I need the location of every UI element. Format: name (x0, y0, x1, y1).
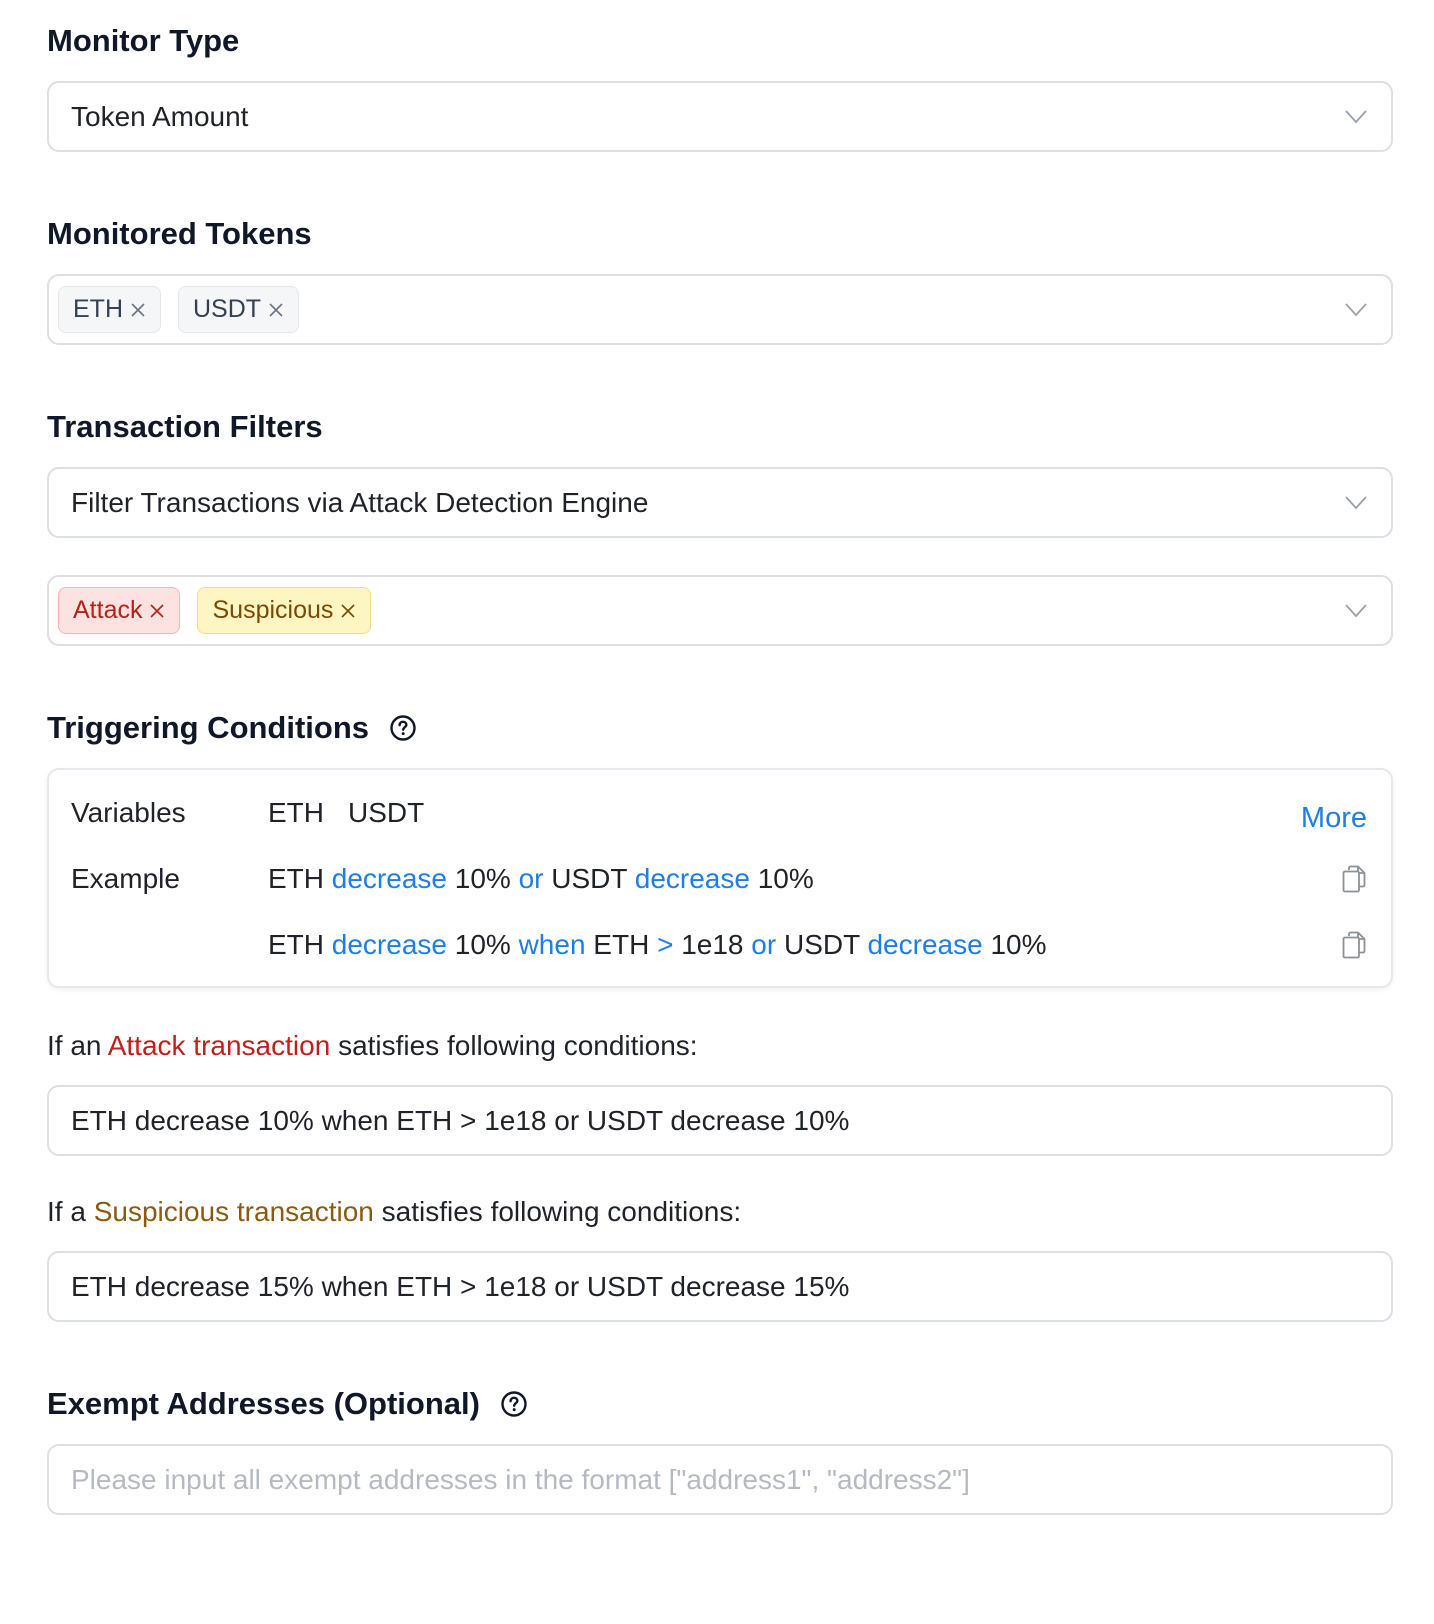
monitor-type-title: Monitor Type (47, 21, 239, 61)
keyword: > (657, 929, 674, 960)
exempt-addresses-label: Exempt Addresses (Optional) (47, 1386, 480, 1421)
attack-tag: Attack (58, 587, 181, 634)
copy-icon[interactable] (1341, 931, 1367, 959)
close-icon[interactable] (149, 603, 165, 619)
transaction-filter-select[interactable]: Filter Transactions via Attack Detection… (47, 467, 1393, 538)
keyword: or (751, 929, 777, 960)
close-icon[interactable] (130, 302, 146, 318)
attack-condition-input[interactable]: ETH decrease 10% when ETH > 1e18 or USDT… (47, 1085, 1393, 1156)
keyword: when (518, 929, 586, 960)
token: 10% (454, 929, 511, 960)
help-icon[interactable] (389, 714, 417, 742)
chevron-down-icon (1345, 302, 1367, 316)
exempt-addresses-placeholder: Please input all exempt addresses in the… (71, 1463, 970, 1495)
suspicious-tag: Suspicious (197, 587, 372, 634)
attack-highlight: Attack transaction (107, 1030, 331, 1061)
tag-label: ETH (73, 295, 123, 323)
token: 10% (990, 929, 1047, 960)
chevron-down-icon (1345, 603, 1367, 617)
rule-prefix: If a (47, 1196, 86, 1227)
example-row-1: Example ETH decrease 10% or USDT decreas… (71, 859, 1369, 899)
monitor-type-label: Monitor Type (47, 23, 240, 58)
detection-type-select[interactable]: Attack Suspicious (47, 575, 1393, 646)
chevron-down-icon (1345, 109, 1367, 123)
suspicious-condition-value: ETH decrease 15% when ETH > 1e18 or USDT… (71, 1270, 850, 1302)
monitored-tokens-label: Monitored Tokens (47, 216, 312, 251)
transaction-filters-label: Transaction Filters (47, 409, 323, 444)
exempt-addresses-input[interactable]: Please input all exempt addresses in the… (47, 1444, 1393, 1515)
chevron-down-icon (1345, 495, 1367, 509)
token: ETH (593, 929, 650, 960)
close-icon[interactable] (268, 302, 284, 318)
token-tag-usdt: USDT (178, 286, 300, 333)
transaction-filter-value: Filter Transactions via Attack Detection… (71, 486, 649, 518)
suspicious-highlight: Suspicious transaction (93, 1196, 374, 1227)
keyword: decrease (867, 929, 983, 960)
suspicious-rule-label: If a Suspicious transaction satisfies fo… (47, 1196, 741, 1228)
monitored-tokens-title: Monitored Tokens (47, 214, 312, 254)
rule-suffix: satisfies following conditions: (381, 1196, 742, 1227)
example-row-2: ETH decrease 10% when ETH > 1e18 or USDT… (71, 925, 1369, 965)
token: ETH (268, 929, 324, 960)
variable-eth[interactable]: ETH (268, 797, 324, 829)
variables-row: Variables ETH USDT (71, 793, 1369, 833)
token: USDT (551, 863, 627, 894)
token: 10% (757, 863, 814, 894)
keyword: decrease (331, 929, 447, 960)
keyword: decrease (331, 863, 447, 894)
token-tag-eth: ETH (58, 286, 161, 333)
close-icon[interactable] (340, 603, 356, 619)
rule-prefix: If an (47, 1030, 102, 1061)
suspicious-condition-input[interactable]: ETH decrease 15% when ETH > 1e18 or USDT… (47, 1251, 1393, 1322)
exempt-addresses-title: Exempt Addresses (Optional) (47, 1384, 528, 1424)
copy-icon[interactable] (1341, 865, 1367, 893)
conditions-box: More Variables ETH USDT Example ETH decr… (47, 768, 1393, 988)
tag-label: Suspicious (212, 596, 334, 624)
monitored-tokens-select[interactable]: ETH USDT (47, 274, 1393, 345)
help-icon[interactable] (500, 1390, 528, 1418)
rule-suffix: satisfies following conditions: (338, 1030, 698, 1061)
attack-rule-label: If an Attack transaction satisfies follo… (47, 1030, 698, 1062)
example-label: Example (71, 863, 180, 894)
variables-label: Variables (71, 797, 186, 828)
transaction-filters-title: Transaction Filters (47, 407, 323, 447)
tag-label: Attack (73, 596, 143, 624)
variable-usdt[interactable]: USDT (348, 797, 424, 829)
token: USDT (783, 929, 860, 960)
keyword: or (518, 863, 544, 894)
monitor-type-select[interactable]: Token Amount (47, 81, 1393, 152)
token: 1e18 (681, 929, 744, 960)
monitor-type-value: Token Amount (71, 100, 249, 132)
triggering-conditions-label: Triggering Conditions (47, 710, 370, 745)
keyword: decrease (634, 863, 750, 894)
triggering-conditions-title: Triggering Conditions (47, 708, 417, 748)
attack-condition-value: ETH decrease 10% when ETH > 1e18 or USDT… (71, 1104, 850, 1136)
example-text-2: ETH decrease 10% when ETH > 1e18 or USDT… (268, 929, 1047, 961)
tag-label: USDT (193, 295, 262, 323)
token: ETH (268, 863, 324, 894)
example-text-1: ETH decrease 10% or USDT decrease 10% (268, 863, 814, 895)
token: 10% (454, 863, 511, 894)
